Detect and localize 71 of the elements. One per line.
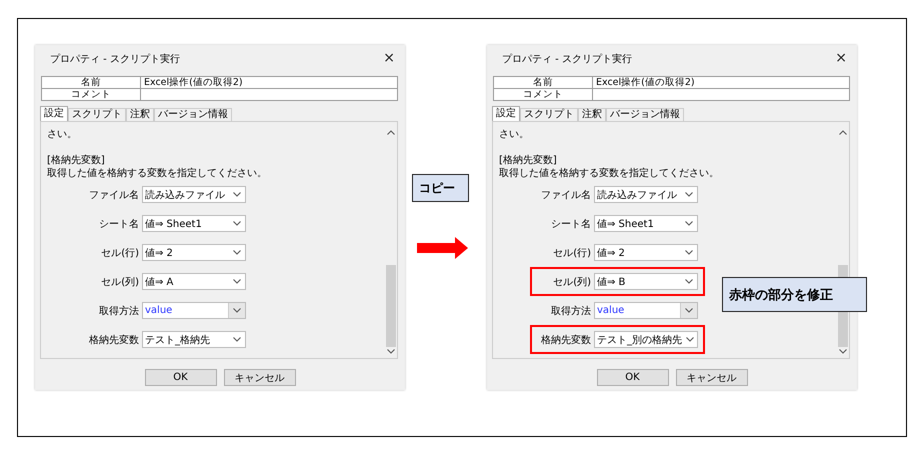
tab[interactable]: スクリプト <box>520 108 578 121</box>
callout-label: コピー <box>412 174 469 202</box>
close-button[interactable]: × <box>381 50 397 66</box>
property-value[interactable]: Excel操作(値の取得2) <box>140 76 398 88</box>
field-label: 取得方法 <box>550 304 591 318</box>
tab[interactable]: 設定 <box>492 106 520 121</box>
dialog-button[interactable]: キャンセル <box>224 369 296 386</box>
field-label: セル(行) <box>552 246 591 260</box>
dialog-button[interactable]: キャンセル <box>676 369 748 386</box>
description-text: さい。 <box>499 128 529 141</box>
property-value[interactable]: Excel操作(値の取得2) <box>592 76 850 88</box>
tab[interactable]: バージョン情報 <box>154 108 232 121</box>
dropdown-field[interactable]: テスト_別の格納先 <box>594 331 698 348</box>
tab[interactable]: スクリプト <box>68 108 126 121</box>
chevron-down-icon[interactable] <box>839 349 847 354</box>
dialog-title: プロパティ - スクリプト実行 <box>50 52 180 66</box>
chevron-down-icon[interactable] <box>387 349 395 354</box>
field-label: ファイル名 <box>540 188 591 202</box>
field-label: セル(列) <box>552 276 591 288</box>
chevron-down-icon <box>686 337 694 342</box>
tab[interactable]: 注釈 <box>126 108 154 121</box>
chevron-down-icon <box>685 308 693 313</box>
property-label: コメント <box>42 88 140 100</box>
description-text: 取得した値を格納する変数を指定してください。 <box>499 167 719 180</box>
chevron-down-icon <box>233 250 241 255</box>
callout-label: 赤枠の部分を修正 <box>722 277 867 312</box>
chevron-down-icon <box>685 221 693 226</box>
chevron-down-icon <box>233 192 241 197</box>
property-label: コメント <box>494 88 592 100</box>
dropdown-field[interactable]: 値⇒ 2 <box>594 244 698 261</box>
field-label: セル(列) <box>100 276 139 288</box>
field-label: 格納先変数 <box>88 334 139 346</box>
dialog-button[interactable]: OK <box>596 369 668 386</box>
dropdown-field[interactable]: 値⇒ 2 <box>142 244 246 261</box>
dropdown-field[interactable]: 読み込みファイル <box>142 186 246 203</box>
dropdown-field[interactable]: 値⇒ Sheet1 <box>142 215 246 232</box>
description-text: [格納先変数] <box>47 154 105 167</box>
arrow-icon <box>417 237 468 259</box>
dropdown-field[interactable]: テスト_格納先 <box>142 331 246 348</box>
chevron-down-icon <box>233 221 241 226</box>
chevron-up-icon[interactable] <box>387 130 395 135</box>
dropdown-field[interactable]: value <box>594 302 698 319</box>
dialog-button[interactable]: OK <box>144 369 216 386</box>
chevron-down-icon <box>685 192 693 197</box>
chevron-down-icon <box>233 308 241 313</box>
dropdown-field[interactable]: 値⇒ A <box>142 273 246 290</box>
chevron-down-icon <box>685 279 693 284</box>
dropdown-field[interactable]: 値⇒ Sheet1 <box>594 215 698 232</box>
chevron-down-icon <box>685 250 693 255</box>
chevron-up-icon[interactable] <box>839 130 847 135</box>
dropdown-field[interactable]: 読み込みファイル <box>594 186 698 203</box>
field-label: 格納先変数 <box>540 334 591 346</box>
property-label: 名前 <box>42 76 140 88</box>
field-label: 取得方法 <box>98 304 139 318</box>
tab[interactable]: 注釈 <box>578 108 606 121</box>
dialog-title: プロパティ - スクリプト実行 <box>502 52 632 66</box>
dropdown-field[interactable]: 値⇒ B <box>594 273 698 290</box>
chevron-down-icon <box>233 279 241 284</box>
chevron-down-icon <box>233 337 241 342</box>
description-text: [格納先変数] <box>499 154 557 167</box>
dropdown-field[interactable]: value <box>142 302 246 319</box>
tab[interactable]: 設定 <box>40 106 68 121</box>
description-text: さい。 <box>47 128 77 141</box>
field-label: ファイル名 <box>88 188 139 202</box>
close-button[interactable]: × <box>833 50 849 66</box>
property-label: 名前 <box>494 76 592 88</box>
description-text: 取得した値を格納する変数を指定してください。 <box>47 167 267 180</box>
field-label: セル(行) <box>100 246 139 260</box>
field-label: シート名 <box>98 218 139 230</box>
field-label: シート名 <box>550 218 591 230</box>
tab[interactable]: バージョン情報 <box>606 108 684 121</box>
